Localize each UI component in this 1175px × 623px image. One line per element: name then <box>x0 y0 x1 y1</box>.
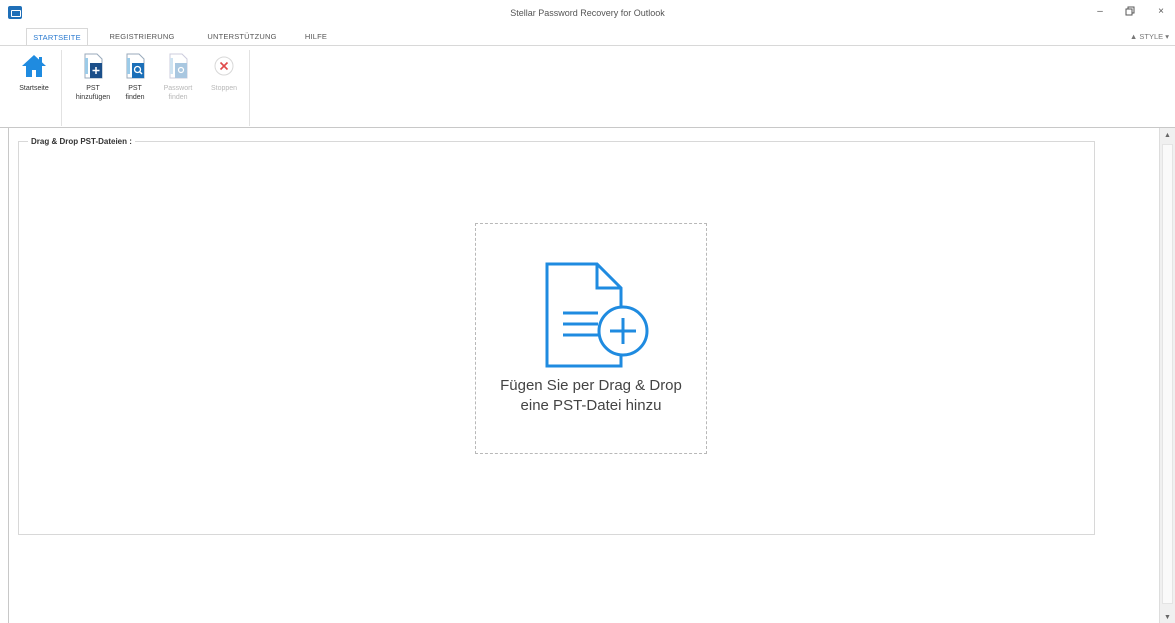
drop-zone-line2: eine PST-Datei hinzu <box>520 397 662 414</box>
find-pst-button[interactable]: PST finden <box>116 52 154 102</box>
find-password-label-line1: Passwort <box>163 85 193 92</box>
tab-startseite[interactable]: STARTSEITE <box>26 28 88 46</box>
tab-unterstuetzung[interactable]: UNTERSTÜTZUNG <box>196 28 288 46</box>
ribbon: Startseite PST hinzufügen PST finden Pas… <box>0 45 1175 128</box>
home-icon <box>20 52 48 80</box>
window-title: Stellar Password Recovery for Outlook <box>510 8 665 18</box>
style-menu[interactable]: ▲ STYLE ▾ <box>1130 28 1169 46</box>
title-bar: Stellar Password Recovery for Outlook – … <box>0 0 1175 28</box>
close-button[interactable]: × <box>1153 6 1169 18</box>
search-file-icon <box>121 52 149 80</box>
ribbon-tabs: STARTSEITE REGISTRIERUNG UNTERSTÜTZUNG H… <box>0 28 1175 46</box>
tab-hilfe[interactable]: HILFE <box>298 28 334 46</box>
restore-button[interactable] <box>1122 6 1138 20</box>
scroll-up-arrow-icon[interactable]: ▲ <box>1164 132 1171 139</box>
find-password-button[interactable]: Passwort finden <box>154 52 202 102</box>
drop-zone[interactable]: Fügen Sie per Drag & Drop eine PST-Datei… <box>475 223 707 454</box>
restore-icon <box>1125 6 1135 16</box>
home-button[interactable]: Startseite <box>8 52 60 93</box>
vertical-scrollbar[interactable]: ▲ ▼ <box>1159 128 1175 623</box>
home-button-label: Startseite <box>19 85 49 92</box>
add-file-icon <box>79 52 107 80</box>
find-password-label-line2: finden <box>168 94 188 101</box>
add-document-icon <box>544 262 654 372</box>
drag-drop-group-title: Drag & Drop PST-Dateien : <box>28 137 135 146</box>
find-pst-label-line2: finden <box>125 94 145 101</box>
stop-button[interactable]: Stoppen <box>202 52 246 93</box>
add-pst-button[interactable]: PST hinzufügen <box>70 52 116 102</box>
password-file-icon <box>164 52 192 80</box>
add-pst-label-line1: PST <box>86 85 100 92</box>
stop-button-label: Stoppen <box>210 85 238 92</box>
minimize-button[interactable]: – <box>1092 6 1108 18</box>
drop-zone-text: Fügen Sie per Drag & Drop eine PST-Datei… <box>476 376 706 416</box>
drop-zone-line1: Fügen Sie per Drag & Drop <box>500 377 682 394</box>
scroll-down-arrow-icon[interactable]: ▼ <box>1164 614 1171 621</box>
tab-registrierung[interactable]: REGISTRIERUNG <box>98 28 186 46</box>
ribbon-group-home: Startseite <box>6 50 62 126</box>
add-pst-label-line2: hinzufügen <box>75 94 111 101</box>
stop-icon <box>210 52 238 80</box>
scroll-thumb[interactable] <box>1162 144 1173 604</box>
ribbon-group-actions: PST hinzufügen PST finden Passwort finde… <box>66 50 250 126</box>
find-pst-label-line1: PST <box>128 85 142 92</box>
